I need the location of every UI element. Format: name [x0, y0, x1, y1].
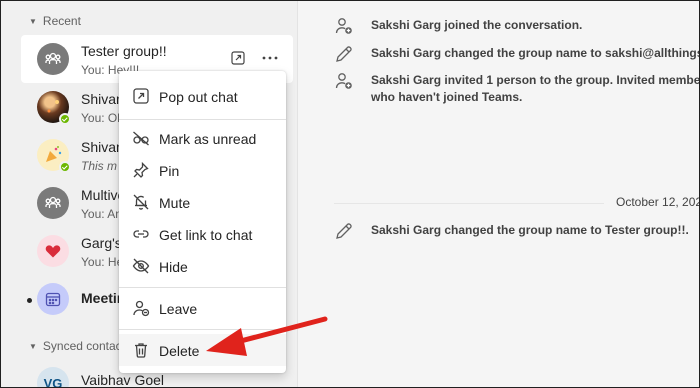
chat-name: Garg's	[81, 235, 122, 251]
chat-context-menu: Pop out chat Mark as unread Pin Mute Get…	[119, 71, 286, 373]
event-text: Sakshi Garg invited 1 person to the grou…	[371, 73, 700, 104]
chat-name: Vaibhav Goel	[81, 372, 165, 388]
eye-off-icon	[132, 258, 150, 274]
avatar	[37, 283, 69, 315]
pop-out-icon	[231, 51, 245, 65]
menu-item-get-link-to-chat[interactable]: Get link to chat	[119, 218, 286, 250]
menu-item-mute[interactable]: Mute	[119, 186, 286, 218]
system-event: Sakshi Garg changed the group name to sa…	[334, 45, 700, 64]
glasses-off-icon	[133, 131, 149, 146]
date-divider-line	[334, 203, 604, 204]
event-text: Sakshi Garg changed the group name to sa…	[371, 46, 700, 60]
avatar	[37, 235, 69, 267]
teams-window: ▼ Recent Tester group!! You: Hey!!! Shiv…	[0, 0, 700, 388]
system-event: Sakshi Garg changed the group name to Te…	[334, 222, 689, 241]
calendar-icon	[45, 292, 61, 307]
menu-item-label: Pin	[159, 163, 180, 179]
caret-down-icon: ▼	[29, 341, 37, 351]
system-event: Sakshi Garg joined the conversation.	[334, 17, 582, 36]
group-icon	[45, 52, 61, 64]
more-options-button[interactable]	[261, 49, 279, 67]
system-event: Sakshi Garg invited 1 person to the grou…	[334, 72, 700, 106]
chat-preview: This m	[81, 159, 117, 173]
bell-off-icon	[133, 194, 149, 210]
menu-item-pop-out-chat[interactable]: Pop out chat	[119, 80, 286, 112]
group-avatar	[37, 43, 69, 75]
menu-item-pin[interactable]: Pin	[119, 154, 286, 186]
menu-item-mark-as-unread[interactable]: Mark as unread	[119, 122, 286, 154]
conversation-pane: Sakshi Garg joined the conversation. Sak…	[298, 1, 700, 387]
chat-preview: You: Ok	[81, 111, 124, 125]
synced-contacts-label: Synced contacts	[42, 339, 131, 353]
pencil-icon	[336, 223, 352, 239]
pin-icon	[133, 161, 149, 178]
avatar-initials: VG	[37, 367, 69, 387]
group-avatar	[37, 187, 69, 219]
recent-section-label: Recent	[42, 14, 81, 28]
ellipsis-icon	[262, 56, 278, 60]
menu-item-label: Mark as unread	[159, 131, 257, 147]
chat-preview: You: An	[81, 207, 122, 221]
menu-item-leave[interactable]: Leave	[119, 292, 286, 324]
presence-available-icon	[59, 113, 71, 125]
pencil-icon	[336, 46, 352, 62]
menu-divider	[119, 287, 286, 288]
trash-icon	[135, 343, 147, 358]
menu-item-delete[interactable]: Delete	[119, 334, 286, 366]
menu-item-label: Pop out chat	[159, 89, 238, 105]
menu-item-label: Mute	[159, 195, 191, 211]
person-add-icon	[335, 18, 352, 34]
pop-out-icon	[133, 88, 149, 104]
menu-item-label: Leave	[159, 301, 198, 317]
group-icon	[45, 196, 61, 208]
menu-divider	[119, 329, 286, 330]
presence-available-icon	[59, 161, 71, 173]
heart-icon	[45, 245, 61, 258]
pop-out-chat-button[interactable]	[229, 49, 247, 67]
caret-down-icon: ▼	[29, 16, 37, 26]
link-icon	[133, 230, 149, 238]
menu-item-hide[interactable]: Hide	[119, 250, 286, 282]
event-text: Sakshi Garg joined the conversation.	[371, 18, 583, 32]
menu-divider	[119, 119, 286, 120]
date-separator: October 12, 202	[616, 195, 700, 209]
person-leave-icon	[133, 300, 150, 317]
synced-contacts-section-header[interactable]: ▼ Synced contacts	[29, 337, 131, 355]
menu-item-label: Delete	[159, 343, 200, 359]
chat-name: Tester group!!	[81, 43, 167, 59]
event-text: Sakshi Garg changed the group name to Te…	[371, 223, 689, 237]
person-add-icon	[335, 73, 352, 89]
menu-item-label: Hide	[159, 259, 188, 275]
menu-item-label: Get link to chat	[159, 227, 253, 243]
recent-section-header[interactable]: ▼ Recent	[29, 12, 81, 30]
